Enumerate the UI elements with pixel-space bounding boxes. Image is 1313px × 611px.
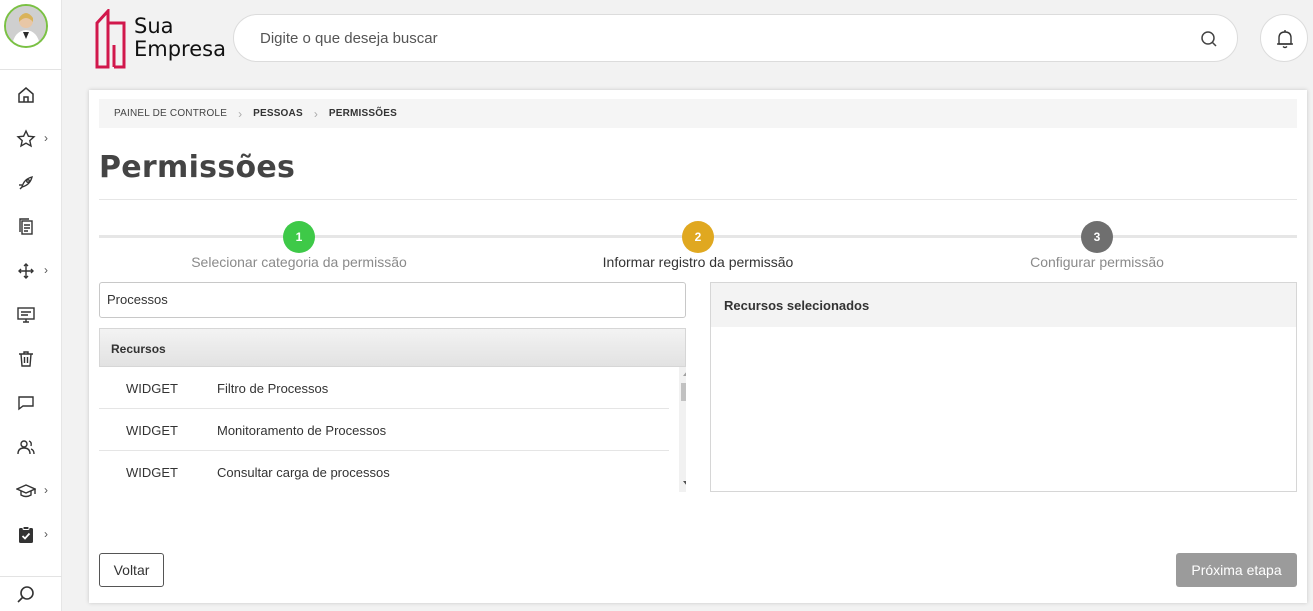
breadcrumb-item-pessoas[interactable]: PESSOAS	[253, 108, 303, 119]
scroll-thumb[interactable]	[681, 383, 686, 401]
resource-filter-input[interactable]: Processos	[99, 282, 686, 318]
chevron-right-icon: ›	[44, 527, 48, 541]
sidebar-item-favorites[interactable]: ›	[0, 121, 62, 157]
clipboard-check-icon	[19, 526, 33, 543]
chevron-right-icon: ›	[44, 263, 48, 277]
bell-icon	[1277, 30, 1293, 49]
next-step-button[interactable]: Próxima etapa	[1176, 553, 1297, 587]
arrows-icon	[18, 263, 34, 279]
star-icon	[16, 129, 36, 148]
selected-resources-header: Recursos selecionados	[711, 283, 1296, 327]
scroll-down-icon[interactable]	[683, 481, 686, 486]
resources-table-header: Recursos	[99, 328, 686, 367]
title-divider	[99, 199, 1297, 200]
global-search-input[interactable]: Digite o que deseja buscar	[233, 14, 1238, 62]
step-2-circle[interactable]: 2	[682, 221, 714, 253]
sidebar-item-monitor[interactable]	[0, 297, 62, 333]
resources-table: WIDGET Filtro de Processos WIDGET Monito…	[99, 367, 686, 492]
home-icon	[18, 87, 34, 103]
resource-type: WIDGET	[126, 381, 178, 396]
graduation-cap-icon	[16, 484, 36, 498]
sidebar-item-people[interactable]	[0, 429, 62, 465]
logo-line-2: Empresa	[134, 37, 226, 61]
chevron-right-icon: ›	[44, 483, 48, 497]
resources-scrollbar[interactable]	[679, 367, 686, 492]
step-3-circle[interactable]: 3	[1081, 221, 1113, 253]
sidebar-item-integrations[interactable]: ›	[0, 253, 62, 289]
chevron-right-icon: ›	[44, 131, 48, 145]
sidebar-item-trash[interactable]	[0, 341, 62, 377]
breadcrumb-separator-icon: ›	[238, 106, 243, 121]
trash-icon	[19, 351, 33, 367]
step-3-label: Configurar permissão	[1030, 254, 1164, 270]
sidebar-item-messages[interactable]	[0, 385, 62, 421]
search-icon	[17, 586, 34, 603]
sidebar-divider	[0, 69, 62, 70]
sidebar-item-tasks[interactable]: ›	[0, 517, 62, 553]
search-placeholder: Digite o que deseja buscar	[260, 30, 438, 47]
sidebar-item-learning[interactable]: ›	[0, 473, 62, 509]
logo-line-1: Sua	[134, 14, 174, 38]
breadcrumb-separator-icon: ›	[313, 106, 318, 121]
table-row[interactable]: WIDGET Filtro de Processos	[99, 367, 669, 409]
content-card: PAINEL DE CONTROLE › PESSOAS › PERMISSÕE…	[89, 90, 1307, 603]
notifications-button[interactable]	[1260, 14, 1308, 62]
logo-text: Sua Empresa	[134, 15, 226, 61]
resource-name: Monitoramento de Processos	[217, 423, 387, 438]
table-row[interactable]: WIDGET Monitoramento de Processos	[99, 409, 669, 451]
documents-icon	[19, 218, 33, 235]
scroll-up-icon[interactable]	[683, 371, 686, 376]
sidebar-search[interactable]	[0, 576, 62, 611]
breadcrumb: PAINEL DE CONTROLE › PESSOAS › PERMISSÕE…	[99, 99, 1297, 128]
sidebar-item-home[interactable]	[0, 77, 62, 113]
users-icon	[17, 440, 35, 455]
breadcrumb-item-painel[interactable]: PAINEL DE CONTROLE	[114, 108, 227, 119]
resource-name: Filtro de Processos	[217, 381, 329, 396]
resource-type: WIDGET	[126, 423, 178, 438]
step-1-circle[interactable]: 1	[283, 221, 315, 253]
company-logo[interactable]: Sua Empresa	[94, 9, 226, 69]
selected-resources-panel: Recursos selecionados	[710, 282, 1297, 492]
sidebar-item-launch[interactable]	[0, 165, 62, 201]
resource-name: Consultar carga de processos	[217, 465, 390, 480]
avatar[interactable]	[4, 4, 48, 48]
table-row[interactable]: WIDGET Consultar carga de processos	[99, 451, 669, 492]
logo-mark-icon	[95, 9, 126, 69]
sidebar-item-documents[interactable]	[0, 209, 62, 245]
rocket-icon	[19, 176, 33, 190]
resource-type: WIDGET	[126, 465, 178, 480]
sidebar: › › › ›	[0, 0, 62, 611]
monitor-icon	[17, 307, 35, 323]
page-title: Permissões	[99, 150, 296, 185]
step-2-label: Informar registro da permissão	[602, 254, 794, 270]
breadcrumb-item-permissoes: PERMISSÕES	[328, 108, 397, 119]
back-button[interactable]: Voltar	[99, 553, 164, 587]
step-1-label: Selecionar categoria da permissão	[191, 254, 407, 270]
search-icon[interactable]	[1199, 29, 1219, 49]
chat-icon	[18, 396, 34, 411]
